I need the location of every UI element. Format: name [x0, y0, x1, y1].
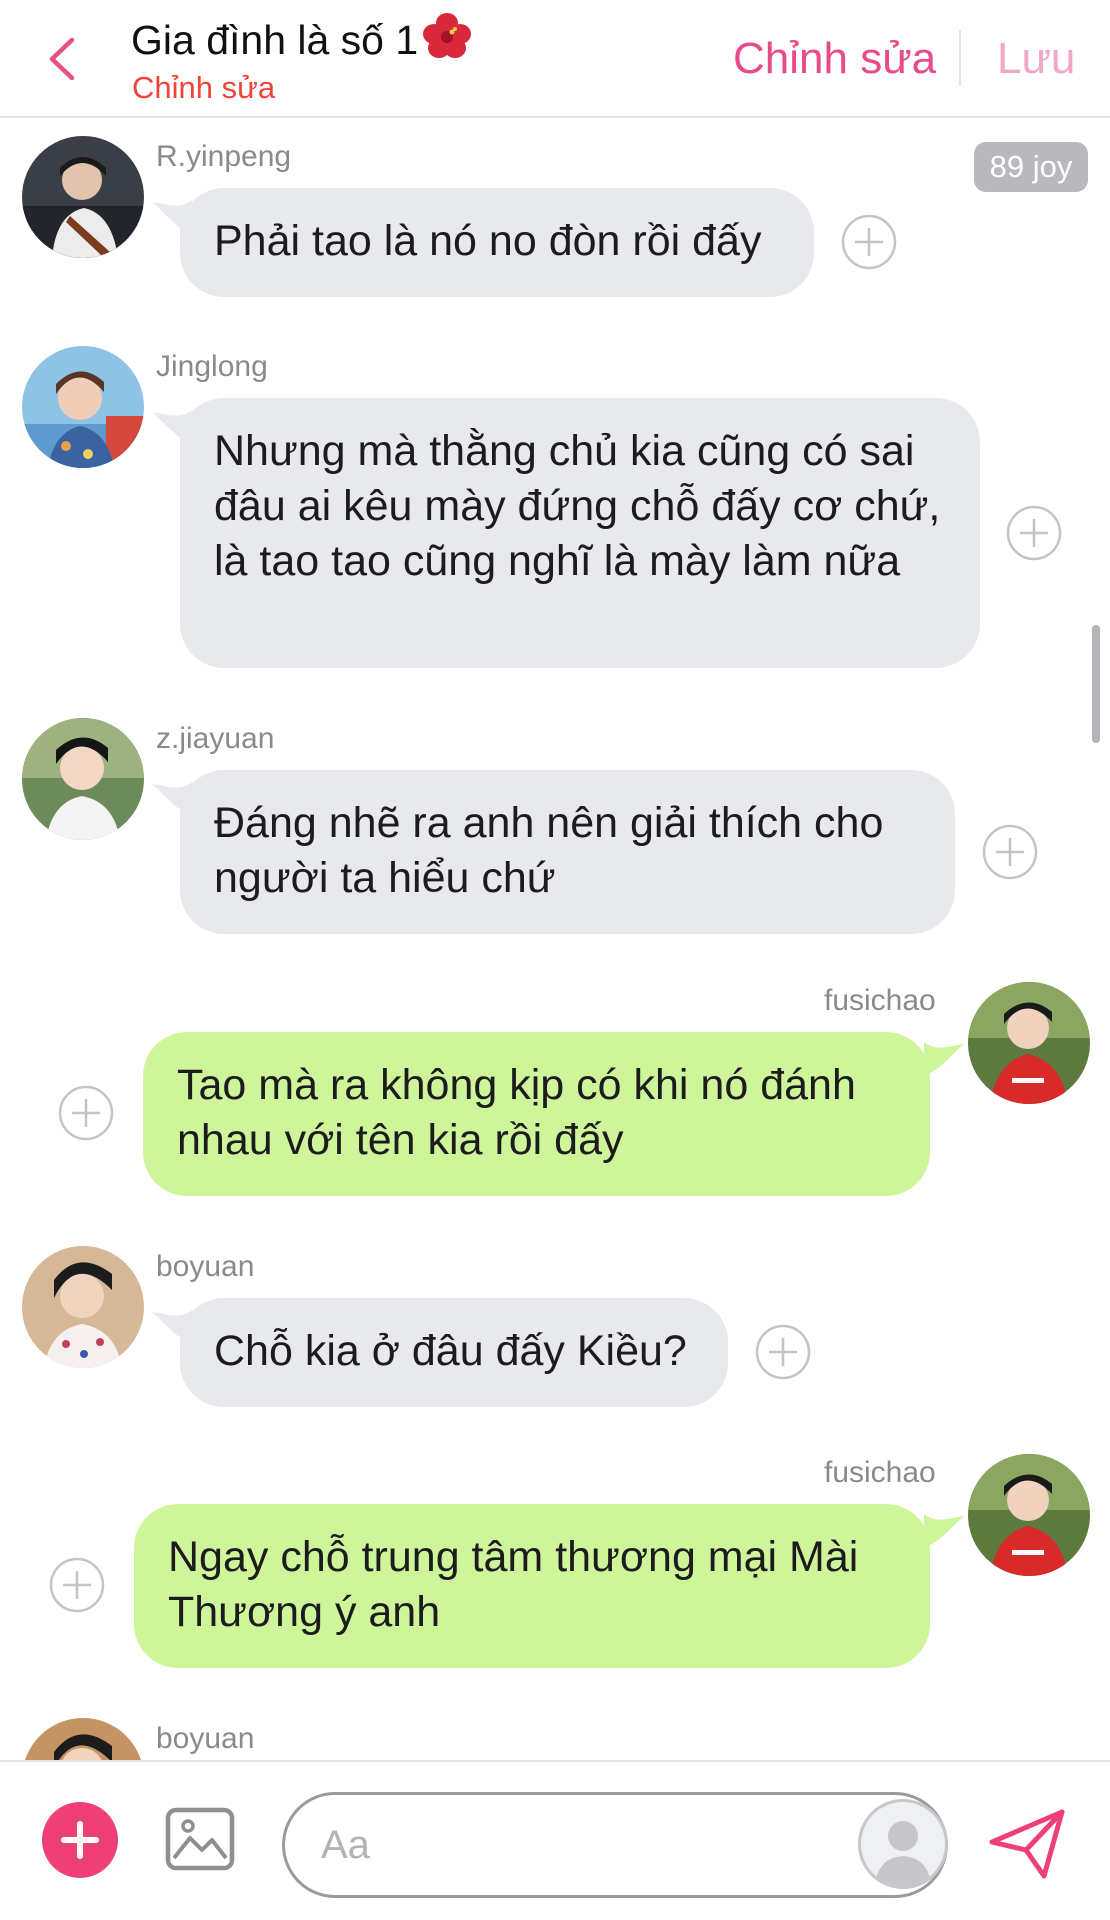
message-bubble[interactable]: Đáng nhẽ ra anh nên giải thích cho người…	[180, 770, 955, 934]
message-bubble[interactable]: Ngay chỗ trung tâm thương mại Mài Thương…	[134, 1504, 930, 1668]
back-button[interactable]	[38, 30, 84, 88]
plus-circle-icon[interactable]	[57, 1084, 115, 1142]
message-list[interactable]: 89 joy R.yinpeng Phải tao là nó no đòn r…	[0, 120, 1110, 1760]
avatar[interactable]	[22, 346, 144, 468]
sender-name: fusichao	[824, 984, 936, 1017]
message-input-wrapper[interactable]	[282, 1792, 948, 1898]
plus-circle-icon[interactable]	[754, 1323, 812, 1381]
image-button[interactable]	[164, 1806, 236, 1872]
avatar[interactable]	[22, 1718, 144, 1760]
send-icon	[989, 1809, 1065, 1879]
sticker-button[interactable]	[858, 1799, 948, 1889]
avatar[interactable]	[22, 1246, 144, 1368]
message-bubble[interactable]: Nhưng mà thằng chủ kia cũng có sai đâu a…	[180, 398, 980, 668]
bubble-tail	[924, 1514, 964, 1550]
plus-circle-icon[interactable]	[840, 213, 898, 271]
header-divider	[959, 30, 961, 86]
avatar[interactable]	[968, 1454, 1090, 1576]
send-button[interactable]	[986, 1806, 1068, 1882]
scrollbar[interactable]	[1092, 625, 1100, 743]
plus-circle-icon[interactable]	[48, 1556, 106, 1614]
sender-name: boyuan	[156, 1250, 255, 1283]
sender-name: z.jiayuan	[156, 722, 275, 755]
add-icon	[61, 1821, 99, 1859]
person-icon	[875, 1821, 931, 1886]
chevron-left-icon	[49, 37, 75, 81]
image-icon	[165, 1807, 235, 1871]
bubble-tail	[924, 1042, 964, 1078]
sender-name: fusichao	[824, 1456, 936, 1489]
sender-name: R.yinpeng	[156, 140, 292, 173]
add-button[interactable]	[42, 1802, 118, 1878]
chat-header: Gia đình là số 1 Chỉnh sửa Chỉnh sửa Lưu	[0, 0, 1110, 118]
subtitle-edit-link[interactable]: Chỉnh sửa	[132, 70, 275, 106]
hibiscus-icon	[422, 12, 472, 70]
sender-name: boyuan	[156, 1722, 255, 1755]
page-title-text: Gia đình là số 1	[131, 17, 419, 63]
avatar[interactable]	[22, 136, 144, 258]
avatar[interactable]	[968, 982, 1090, 1104]
message-bubble[interactable]: Phải tao là nó no đòn rồi đấy	[180, 188, 814, 297]
avatar[interactable]	[22, 718, 144, 840]
message-input[interactable]	[321, 1817, 801, 1873]
composer-bar	[0, 1760, 1110, 1920]
message-bubble[interactable]: Tao mà ra không kịp có khi nó đánh nhau …	[143, 1032, 930, 1196]
message-bubble[interactable]: Chỗ kia ở đâu đấy Kiều?	[180, 1298, 728, 1407]
plus-circle-icon[interactable]	[1005, 504, 1063, 562]
sender-name: Jinglong	[156, 350, 268, 383]
joy-badge: 89 joy	[974, 142, 1088, 192]
page-title: Gia đình là số 1	[131, 12, 472, 70]
save-button[interactable]: Lưu	[997, 34, 1075, 84]
edit-button[interactable]: Chỉnh sửa	[733, 34, 936, 84]
plus-circle-icon[interactable]	[981, 823, 1039, 881]
